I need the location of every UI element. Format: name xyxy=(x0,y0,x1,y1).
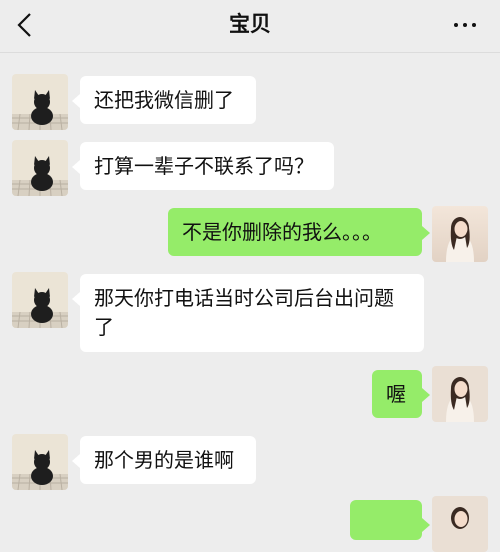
message-bubble-incoming[interactable]: 那天你打电话当时公司后台出问题了 xyxy=(72,274,424,352)
chat-header: 宝贝 xyxy=(0,0,500,53)
girl-avatar-icon xyxy=(432,496,488,552)
contact-avatar[interactable] xyxy=(12,140,68,196)
user-avatar[interactable] xyxy=(432,206,488,262)
message-bubble-outgoing[interactable]: 不是你删除的我么。。。 xyxy=(168,208,430,256)
user-avatar[interactable] xyxy=(432,496,488,552)
cat-avatar-icon xyxy=(12,140,68,196)
user-avatar[interactable] xyxy=(432,366,488,422)
girl-avatar-icon xyxy=(432,366,488,422)
more-options-button[interactable] xyxy=(448,12,482,38)
contact-avatar[interactable] xyxy=(12,272,68,328)
cat-avatar-icon xyxy=(12,272,68,328)
cat-avatar-icon xyxy=(12,74,68,130)
cat-avatar-icon xyxy=(12,434,68,490)
more-dots-icon xyxy=(454,23,458,27)
message-bubble-incoming[interactable]: 打算一辈子不联系了吗？ xyxy=(72,142,334,190)
message-bubble-incoming[interactable]: 那个男的是谁啊 xyxy=(72,436,256,484)
chat-title: 宝贝 xyxy=(229,12,271,36)
message-bubble-outgoing[interactable]: 喔 xyxy=(372,370,430,418)
girl-avatar-icon xyxy=(432,206,488,262)
contact-avatar[interactable] xyxy=(12,434,68,490)
message-bubble-outgoing[interactable] xyxy=(350,500,430,540)
contact-avatar[interactable] xyxy=(12,74,68,130)
message-bubble-incoming[interactable]: 还把我微信删了 xyxy=(72,76,256,124)
